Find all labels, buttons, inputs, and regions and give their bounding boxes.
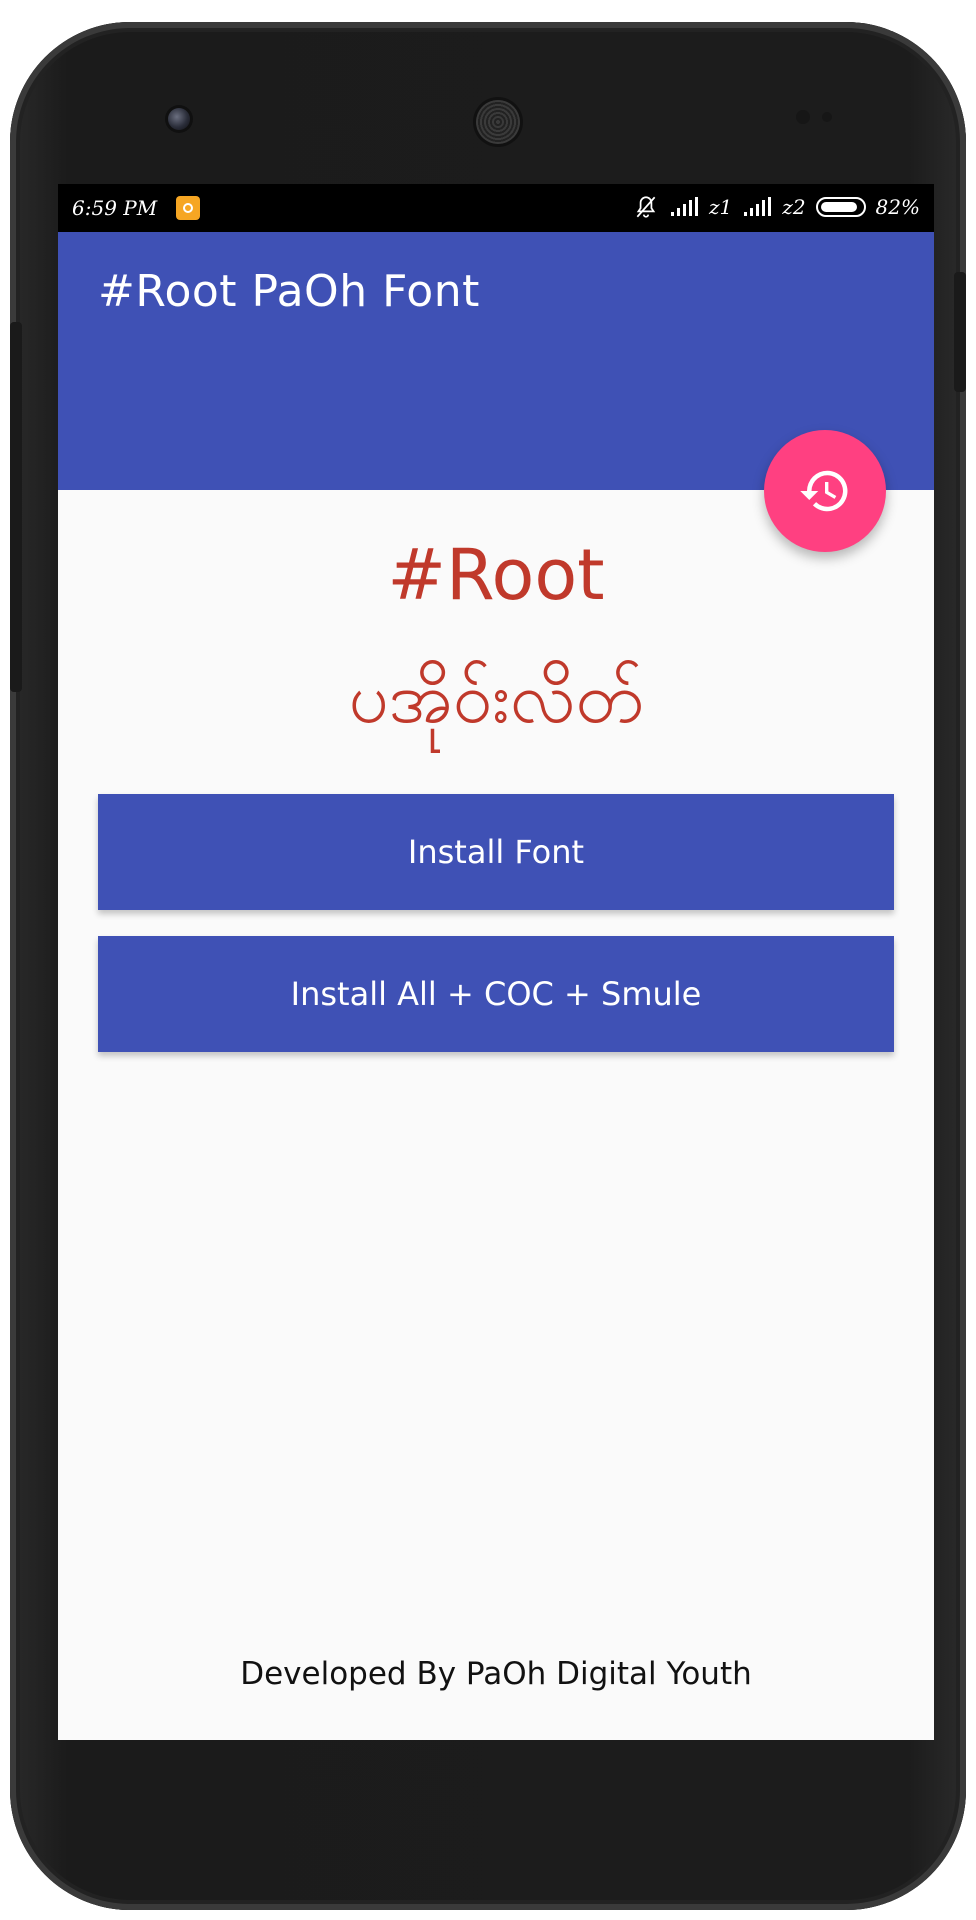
battery-percent: 82% <box>875 195 920 219</box>
earpiece-speaker-icon <box>476 100 520 144</box>
front-camera-icon <box>168 108 190 130</box>
light-sensor-icon <box>822 112 832 122</box>
hero-subtitle: ပအိုဝ်းလိတ် <box>348 657 644 739</box>
screen: 6:59 PM z1 z2 82% #Root PaOh Font #Root … <box>58 184 934 1740</box>
app-title: #Root PaOh Font <box>98 266 480 317</box>
notification-app-icon <box>176 196 200 220</box>
power-button <box>10 322 22 692</box>
developer-credit: Developed By PaOh Digital Youth <box>240 1656 752 1692</box>
status-bar: 6:59 PM z1 z2 82% <box>58 184 934 232</box>
history-icon <box>800 470 848 512</box>
battery-icon <box>815 197 866 217</box>
proximity-sensor-icon <box>796 110 810 124</box>
install-all-button[interactable]: Install All + COC + Smule <box>98 936 894 1052</box>
bell-off-icon <box>636 196 656 218</box>
signal-icon <box>671 197 699 216</box>
status-time: 6:59 PM <box>72 196 158 220</box>
phone-frame: 6:59 PM z1 z2 82% #Root PaOh Font #Root … <box>10 22 966 1910</box>
volume-button <box>954 272 966 392</box>
sim1-label: z1 <box>709 195 733 219</box>
status-icons: z1 z2 82% <box>633 194 920 220</box>
install-font-button[interactable]: Install Font <box>98 794 894 910</box>
sim2-label: z2 <box>782 195 806 219</box>
restore-history-button[interactable] <box>764 430 886 552</box>
signal-icon <box>744 197 772 216</box>
